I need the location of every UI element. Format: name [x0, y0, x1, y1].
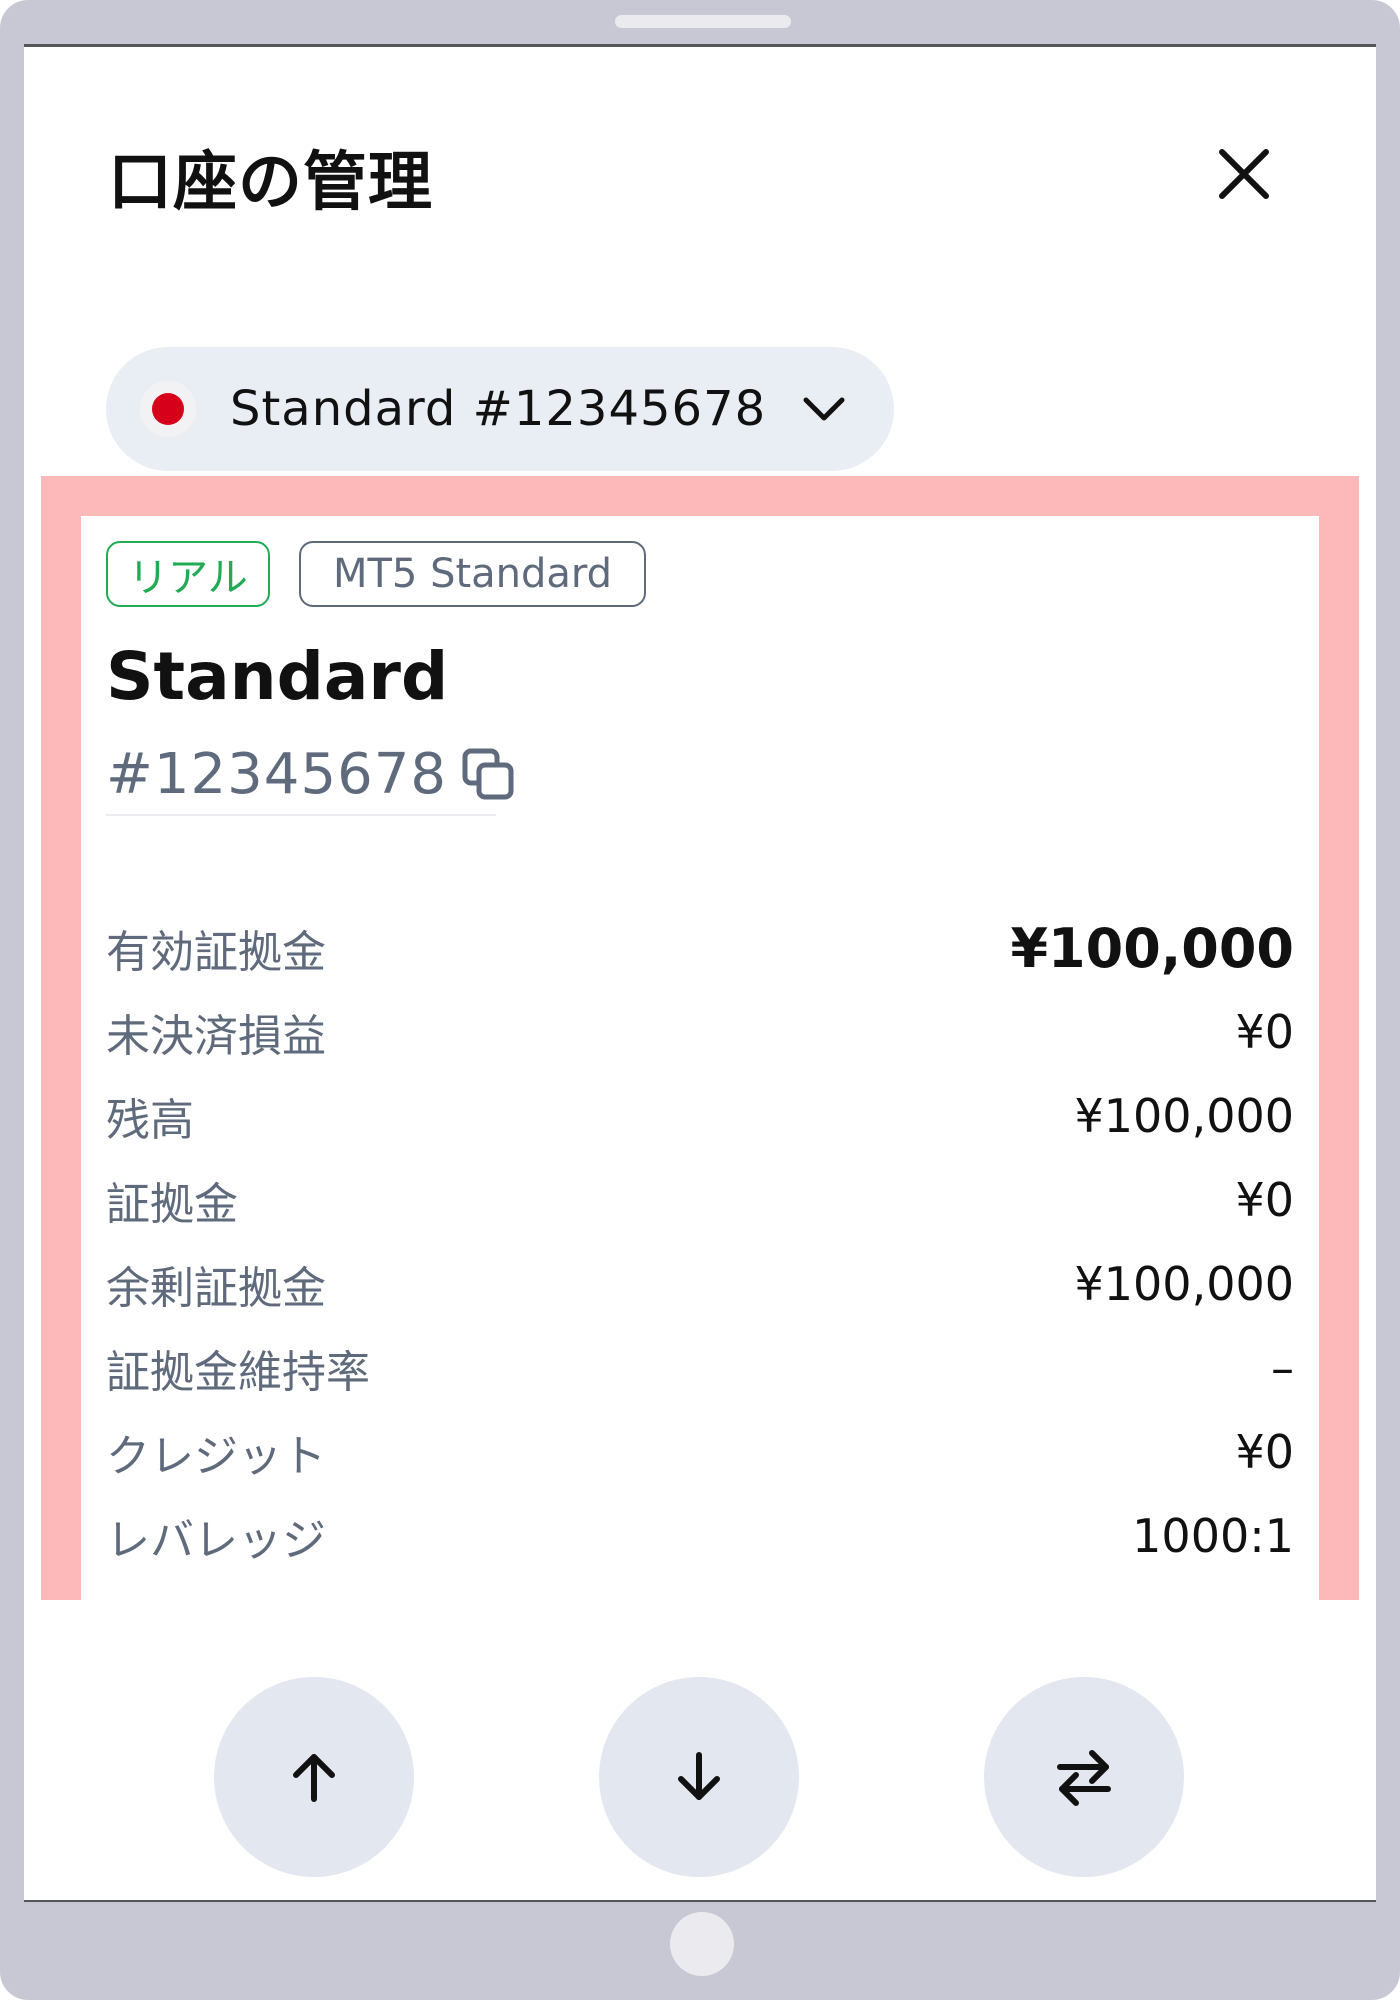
stat-row-margin-level: 証拠金維持率 – [106, 1336, 1294, 1400]
action-bar [24, 1677, 1376, 1887]
stat-label: 余剰証拠金 [106, 1263, 326, 1314]
stat-value: ¥0 [1235, 1005, 1294, 1059]
deposit-button[interactable] [214, 1677, 414, 1877]
stat-label: 証拠金 [106, 1179, 238, 1230]
stat-value: ¥100,000 [1074, 1089, 1295, 1143]
home-button[interactable] [670, 1912, 734, 1976]
stat-value: ¥100,000 [1074, 1257, 1295, 1311]
stat-value: 1000:1 [1132, 1509, 1294, 1563]
device-speaker [615, 15, 791, 28]
stat-value: ¥0 [1235, 1173, 1294, 1227]
stat-value: ¥100,000 [1010, 916, 1294, 980]
close-button[interactable] [1209, 139, 1279, 209]
stat-label: レバレッジ [106, 1515, 326, 1566]
stat-row-margin: 証拠金 ¥0 [106, 1168, 1294, 1232]
stat-label: 有効証拠金 [106, 927, 326, 978]
tablet-frame: 口座の管理 Standard #12345678 リアル MT5 Standar… [0, 0, 1400, 2000]
real-account-tag: リアル [106, 541, 270, 607]
account-card: リアル MT5 Standard Standard #12345678 有効証拠… [81, 516, 1319, 1600]
stat-value: – [1271, 1341, 1294, 1395]
close-icon [1219, 149, 1269, 199]
account-selector[interactable]: Standard #12345678 [106, 347, 894, 471]
withdraw-button[interactable] [599, 1677, 799, 1877]
stat-label: 証拠金維持率 [106, 1347, 370, 1398]
stat-row-balance: 残高 ¥100,000 [106, 1084, 1294, 1148]
account-number-row: #12345678 [106, 734, 514, 816]
stat-row-unrealized-pl: 未決済損益 ¥0 [106, 1000, 1294, 1064]
stat-row-leverage: レバレッジ 1000:1 [106, 1504, 1294, 1568]
transfer-button[interactable] [984, 1677, 1184, 1877]
transfer-arrows-icon [1057, 1750, 1111, 1806]
page-title: 口座の管理 [108, 146, 433, 220]
copy-icon[interactable] [461, 747, 515, 801]
stat-row-credit: クレジット ¥0 [106, 1420, 1294, 1484]
screen: 口座の管理 Standard #12345678 リアル MT5 Standar… [24, 44, 1376, 1902]
arrow-up-icon [293, 1754, 335, 1802]
account-name: Standard [106, 638, 449, 715]
platform-tag: MT5 Standard [299, 541, 646, 607]
stat-label: 未決済損益 [106, 1011, 326, 1062]
japan-flag-icon [152, 393, 184, 425]
account-number: #12345678 [106, 741, 447, 807]
stat-label: 残高 [106, 1095, 194, 1146]
stat-label: クレジット [106, 1431, 326, 1482]
arrow-down-icon [678, 1752, 720, 1800]
account-selector-label: Standard #12345678 [230, 381, 767, 437]
stat-row-free-margin: 余剰証拠金 ¥100,000 [106, 1252, 1294, 1316]
highlight-frame: リアル MT5 Standard Standard #12345678 有効証拠… [41, 476, 1359, 1600]
stat-value: ¥0 [1235, 1425, 1294, 1479]
stat-row-equity: 有効証拠金 ¥100,000 [106, 916, 1294, 980]
chevron-down-icon [802, 394, 846, 424]
